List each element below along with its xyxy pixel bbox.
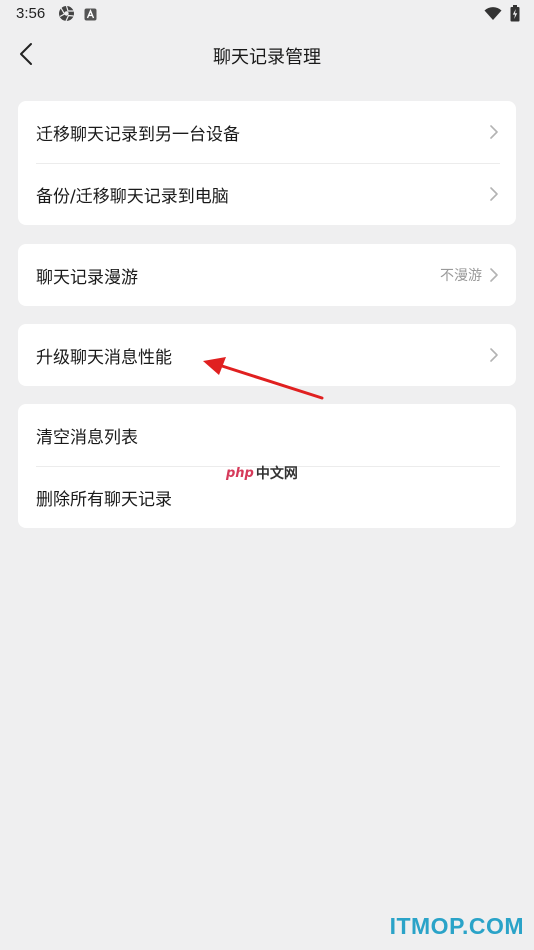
migrate-to-device-item[interactable]: 迁移聊天记录到另一台设备 [18, 101, 516, 163]
wifi-icon [484, 6, 502, 25]
settings-group-roaming: 聊天记录漫游 不漫游 [18, 244, 516, 306]
roaming-status-value: 不漫游 [440, 268, 482, 284]
php-logo: php [226, 465, 254, 481]
app-notification-icon [58, 5, 75, 26]
status-time: 3:56 [16, 5, 46, 22]
row-label: 删除所有聊天记录 [36, 489, 172, 510]
chat-roaming-item[interactable]: 聊天记录漫游 不漫游 [18, 244, 516, 306]
php-watermark: php 中文网 [226, 463, 298, 483]
nav-bar: 聊天记录管理 [0, 28, 534, 84]
chevron-right-icon [488, 124, 500, 140]
chevron-right-icon [488, 347, 500, 363]
a-notification-icon [84, 6, 97, 25]
row-label: 迁移聊天记录到另一台设备 [36, 124, 240, 145]
backup-to-computer-item[interactable]: 备份/迁移聊天记录到电脑 [18, 163, 516, 225]
itmop-watermark: ITMOP.COM [389, 913, 524, 939]
battery-icon [510, 5, 520, 26]
page-title: 聊天记录管理 [213, 47, 321, 68]
status-bar: 3:56 [0, 0, 534, 28]
settings-group-upgrade: 升级聊天消息性能 [18, 324, 516, 386]
row-label: 聊天记录漫游 [36, 267, 138, 288]
row-label: 升级聊天消息性能 [36, 347, 172, 368]
row-label: 备份/迁移聊天记录到电脑 [36, 186, 229, 207]
clear-message-list-item[interactable]: 清空消息列表 [18, 404, 516, 466]
row-label: 清空消息列表 [36, 427, 138, 448]
upgrade-performance-item[interactable]: 升级聊天消息性能 [18, 324, 516, 386]
chevron-right-icon [488, 267, 500, 283]
chevron-right-icon [488, 186, 500, 202]
status-right-icons [484, 5, 520, 26]
php-watermark-text: 中文网 [255, 466, 298, 482]
status-left-icons [58, 5, 97, 26]
settings-group-migrate: 迁移聊天记录到另一台设备 备份/迁移聊天记录到电脑 [18, 101, 516, 225]
